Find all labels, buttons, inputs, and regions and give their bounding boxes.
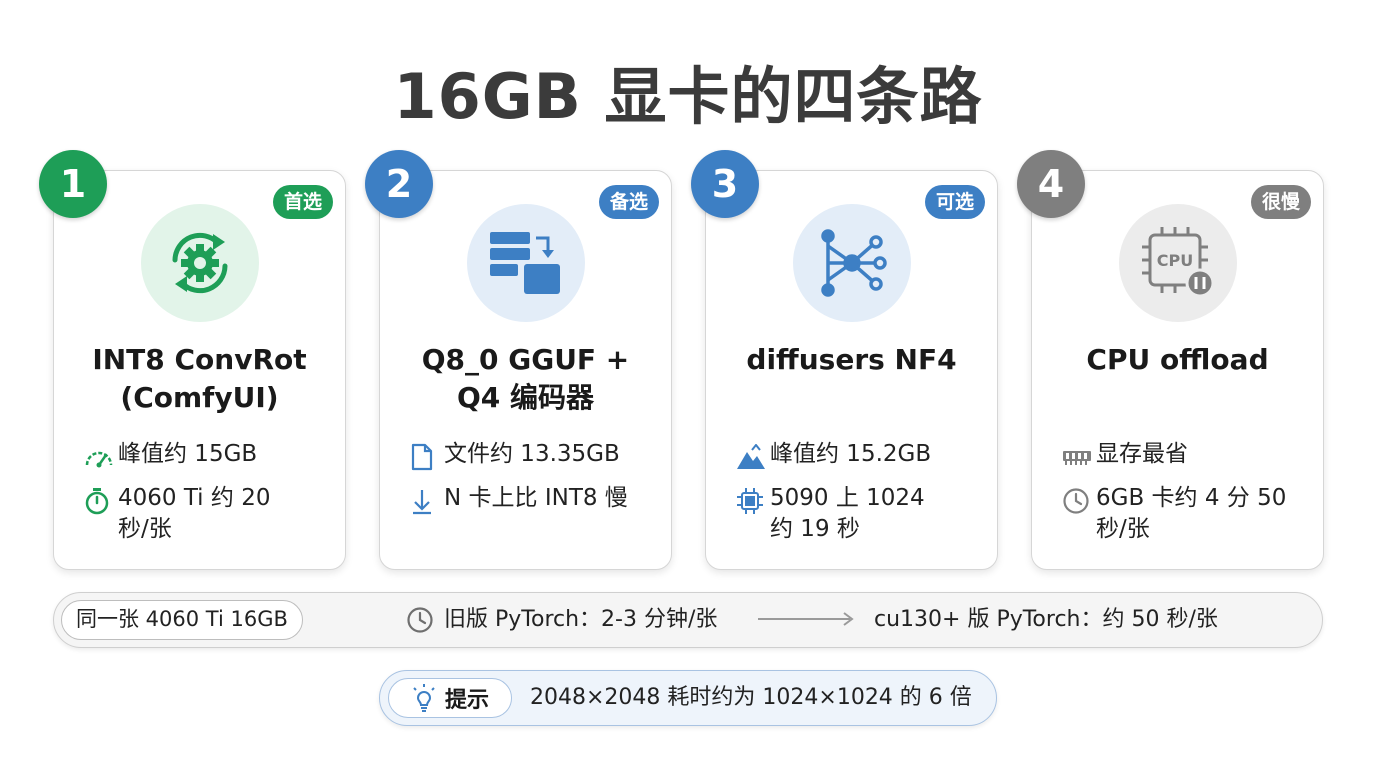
tip-text: 2048×2048 耗时约为 1024×1024 的 6 倍 xyxy=(530,685,972,710)
tip-label-pill: 提示 xyxy=(388,678,512,718)
option-card-nf4: 可选 diffusers NF4 峰值约 15.2GB 5090 上 1024 … xyxy=(705,170,998,570)
badge-very-slow: 很慢 xyxy=(1250,185,1311,219)
step-number-1: 1 xyxy=(39,150,107,218)
file-icon xyxy=(410,441,444,473)
option-card-gguf: 备选 Q8_0 GGUF + Q4 编码器 文件约 13.35GB N 卡上比 … xyxy=(379,170,672,570)
step-number-4: 4 xyxy=(1017,150,1085,218)
page-title: 16GB 显卡的四条路 xyxy=(393,60,983,133)
cpu-pause-icon: CPU xyxy=(1119,204,1237,322)
feature-peak-vram: 峰值约 15.2GB xyxy=(736,439,991,473)
stopwatch-icon xyxy=(84,485,118,517)
feature-speed: 5090 上 1024 约 19 秒 xyxy=(736,483,991,545)
svg-text:CPU: CPU xyxy=(1157,251,1193,270)
tip-bar: 提示 2048×2048 耗时约为 1024×1024 的 6 倍 xyxy=(379,670,997,726)
mountain-peak-icon xyxy=(736,441,770,473)
badge-optional: 可选 xyxy=(924,185,985,219)
clock-icon xyxy=(406,606,434,634)
feature-peak-vram: 峰值约 15GB xyxy=(84,439,339,473)
lightbulb-icon xyxy=(411,684,437,712)
arrow-right-icon xyxy=(756,607,856,635)
feature-speed: 4060 Ti 约 20 秒/张 xyxy=(84,483,339,545)
stack-compress-icon xyxy=(467,204,585,322)
network-nodes-icon xyxy=(793,204,911,322)
feature-speed: 6GB 卡约 4 分 50 秒/张 xyxy=(1062,483,1317,545)
step-number-3: 3 xyxy=(691,150,759,218)
step-number-2: 2 xyxy=(365,150,433,218)
card-title: CPU offload xyxy=(1086,343,1269,376)
speedometer-icon xyxy=(84,441,118,473)
pytorch-comparison-bar: 同一张 4060 Ti 16GB 旧版 PyTorch：2-3 分钟/张 cu1… xyxy=(53,592,1323,648)
badge-alternative: 备选 xyxy=(598,185,659,219)
badge-preferred: 首选 xyxy=(272,185,333,219)
gpu-label-pill: 同一张 4060 Ti 16GB xyxy=(61,600,303,640)
gear-sync-icon xyxy=(141,204,259,322)
chip-icon xyxy=(736,485,770,517)
memory-stick-icon xyxy=(1062,441,1096,473)
clock-icon xyxy=(1062,485,1096,517)
card-title: Q8_0 GGUF + Q4 编码器 xyxy=(421,343,630,414)
card-title: INT8 ConvRot (ComfyUI) xyxy=(92,343,307,414)
option-card-cpu-offload: 很慢 CPU CPU offload 显存最省 6GB 卡约 4 分 50 秒/张 xyxy=(1031,170,1324,570)
option-card-int8: 首选 INT8 ConvRot (ComfyUI) 峰值约 15GB 4060 … xyxy=(53,170,346,570)
old-pytorch-time: 旧版 PyTorch：2-3 分钟/张 xyxy=(406,603,717,637)
card-title: diffusers NF4 xyxy=(746,343,957,376)
feature-file-size: 文件约 13.35GB xyxy=(410,439,665,473)
feature-vram: 显存最省 xyxy=(1062,439,1317,473)
arrow-down-icon xyxy=(410,485,444,517)
feature-speed: N 卡上比 INT8 慢 xyxy=(410,483,665,517)
new-pytorch-time: cu130+ 版 PyTorch：约 50 秒/张 xyxy=(874,607,1218,632)
